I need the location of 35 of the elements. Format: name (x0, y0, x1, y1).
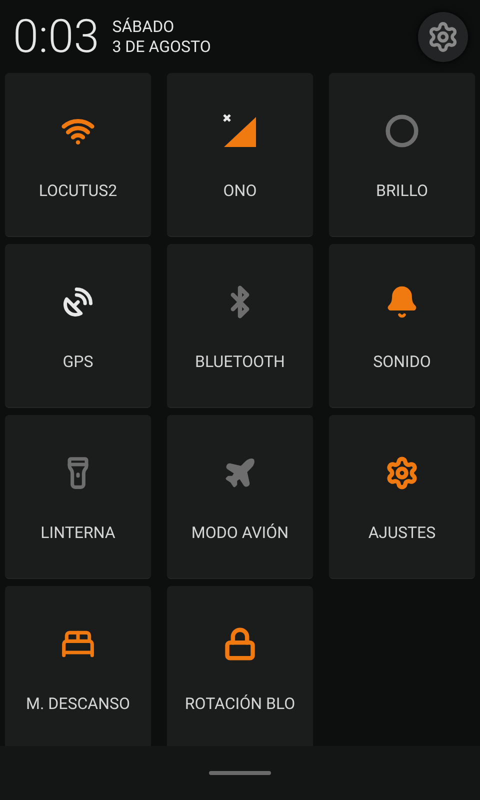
tile-label: LOCUTUS2 (38, 180, 118, 202)
day-label: SÁBADO (112, 16, 176, 36)
date-label: 3 DE AGOSTO (112, 36, 211, 56)
quick-setting-tile[interactable]: BRILLO (329, 73, 475, 237)
quick-setting-tile[interactable]: M. DESCANSO (5, 586, 151, 746)
lock-icon (223, 627, 257, 661)
quick-setting-tile[interactable]: MODO AVIÓN (167, 415, 313, 579)
quick-setting-tile[interactable]: ONO (167, 73, 313, 237)
tile-label: ONO (223, 180, 257, 202)
tile-label: LINTERNA (40, 522, 116, 544)
quick-setting-tile[interactable]: LINTERNA (5, 415, 151, 579)
circle-icon (385, 114, 419, 148)
bell-icon (385, 285, 419, 319)
tile-label: BLUETOOTH (195, 351, 285, 373)
signal-x-icon (222, 113, 258, 149)
quick-setting-tile[interactable]: AJUSTES (329, 415, 475, 579)
clock-time: 0:03 (13, 14, 100, 60)
quick-setting-tile[interactable]: BLUETOOTH (167, 244, 313, 408)
settings-button[interactable] (418, 12, 468, 62)
quick-setting-tile[interactable]: SONIDO (329, 244, 475, 408)
tile-label: GPS (62, 351, 94, 373)
tile-label: BRILLO (376, 180, 428, 202)
settings-icon (427, 20, 459, 52)
quick-setting-tile[interactable]: LOCUTUS2 (5, 73, 151, 237)
gear-icon (385, 456, 419, 490)
tile-label: MODO AVIÓN (191, 522, 289, 544)
tile-label: ROTACIÓN BLO (184, 693, 296, 715)
satellite-dish-icon (61, 285, 95, 319)
tile-label: SONIDO (373, 351, 431, 373)
drag-handle[interactable] (209, 771, 271, 775)
quick-setting-tile[interactable]: GPS (5, 244, 151, 408)
quick-setting-tile[interactable]: ROTACIÓN BLO (167, 586, 313, 746)
airplane-icon (223, 456, 257, 490)
tile-label: AJUSTES (368, 522, 436, 544)
tile-label: M. DESCANSO (26, 693, 130, 715)
